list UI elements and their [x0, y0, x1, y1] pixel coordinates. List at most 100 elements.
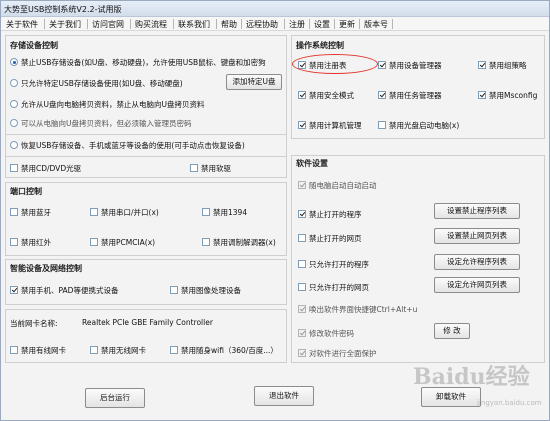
menu-about-us[interactable]: 关于我们 [49, 19, 81, 30]
checkbox-icon [10, 346, 18, 354]
block-webpages-checkbox[interactable]: 禁止打开的网页 [298, 233, 362, 244]
block-programs-checkbox[interactable]: 禁止打开的程序 [298, 209, 362, 220]
allow-programs-only-checkbox[interactable]: 只允许打开的程序 [298, 259, 369, 270]
checkbox-icon [10, 238, 18, 246]
radio-icon [10, 79, 18, 87]
checkbox-icon [10, 164, 18, 172]
disable-floppy-checkbox[interactable]: 禁用软驱 [190, 163, 231, 174]
disable-computer-management-checkbox[interactable]: 禁用计算机管理 [298, 120, 362, 131]
checkbox-icon [10, 208, 18, 216]
software-settings-title: 软件设置 [296, 159, 328, 168]
checkbox-icon [90, 238, 98, 246]
storage-option-block-usb[interactable]: 禁止USB存储设备(如U盘、移动硬盘)，允许使用USB鼠标、键盘和加密狗 [10, 57, 266, 68]
checkbox-icon [298, 210, 306, 218]
set-blocked-programs-button[interactable]: 设置禁止程序列表 [434, 203, 520, 219]
menu-register[interactable]: 注册 [289, 19, 305, 30]
checkbox-icon [298, 121, 306, 129]
menu-remote-assist[interactable]: 远程协助 [246, 19, 278, 30]
modify-password-button[interactable]: 修 改 [434, 323, 470, 339]
disable-safe-mode-checkbox[interactable]: 禁用安全模式 [298, 90, 354, 101]
checkbox-icon [298, 305, 306, 313]
smart-device-panel: 智能设备及网络控制 禁用手机、PAD等便携式设备 禁用图像处理设备 [5, 259, 287, 305]
storage-option-restore[interactable]: 恢复USB存储设备、手机或蓝牙等设备的使用(可手动点击恢复设备) [10, 140, 245, 151]
disable-wireless-nic-checkbox[interactable]: 禁用无线网卡 [90, 345, 146, 356]
add-specific-usb-button[interactable]: 添加特定U盘 [226, 74, 282, 90]
checkbox-icon [298, 260, 306, 268]
software-settings-panel: 软件设置 随电脑启动自动启动 禁止打开的程序 设置禁止程序列表 禁止打开的网页 … [291, 155, 545, 363]
radio-icon [10, 141, 18, 149]
disable-wired-nic-checkbox[interactable]: 禁用有线网卡 [10, 345, 66, 356]
checkbox-icon [90, 208, 98, 216]
disable-group-policy-checkbox[interactable]: 禁用组策略 [478, 60, 527, 71]
storage-panel: 存储设备控制 禁止USB存储设备(如U盘、移动硬盘)，允许使用USB鼠标、键盘和… [5, 35, 287, 178]
port-panel: 端口控制 禁用蓝牙 禁用串口/并口(x) 禁用1394 禁用红外 禁用PCMCI… [5, 182, 287, 256]
menu-update[interactable]: 更新 [339, 19, 355, 30]
checkbox-icon [298, 283, 306, 291]
menu-help[interactable]: 帮助 [221, 19, 237, 30]
checkbox-icon [298, 234, 306, 242]
disable-device-manager-checkbox[interactable]: 禁用设备管理器 [378, 60, 442, 71]
storage-option-copy-in-only[interactable]: 允许从U盘向电脑拷贝资料，禁止从电脑向U盘拷贝资料 [10, 99, 204, 110]
checkbox-icon [202, 238, 210, 246]
checkbox-icon [90, 346, 98, 354]
set-allowed-webpages-button[interactable]: 设定允许网页列表 [434, 277, 520, 293]
menu-settings[interactable]: 设置 [314, 19, 330, 30]
checkbox-icon [378, 61, 386, 69]
smart-device-title: 智能设备及网络控制 [10, 264, 82, 273]
full-protection-checkbox[interactable]: 对软件进行全面保护 [298, 348, 377, 359]
checkbox-icon [298, 91, 306, 99]
menu-visit-site[interactable]: 访问官网 [92, 19, 124, 30]
checkbox-icon [478, 91, 486, 99]
checkbox-icon [298, 181, 306, 189]
checkbox-icon [10, 286, 18, 294]
set-blocked-webpages-button[interactable]: 设置禁止网页列表 [434, 228, 520, 244]
storage-title: 存储设备控制 [10, 41, 58, 50]
baidu-watermark: Baidu经验 [413, 364, 530, 390]
menu-about-software[interactable]: 关于软件 [6, 19, 38, 30]
checkbox-icon [298, 329, 306, 337]
disable-task-manager-checkbox[interactable]: 禁用任务管理器 [378, 90, 442, 101]
menu-version[interactable]: 版本号 [364, 19, 388, 30]
nic-label: 当前网卡名称: [10, 319, 58, 328]
autostart-checkbox[interactable]: 随电脑启动自动启动 [298, 180, 377, 191]
disable-imaging-checkbox[interactable]: 禁用图像处理设备 [170, 285, 241, 296]
disable-portable-wifi-checkbox[interactable]: 禁用随身wifi（360/百度...） [170, 345, 278, 356]
menu-purchase[interactable]: 购买流程 [135, 19, 167, 30]
disable-cd-boot-checkbox[interactable]: 禁用光盘启动电脑(x) [378, 120, 459, 131]
radio-icon [10, 119, 18, 127]
radio-icon [10, 58, 18, 66]
nic-panel: 当前网卡名称: Realtek PCIe GBE Family Controll… [5, 309, 287, 363]
checkbox-icon [170, 286, 178, 294]
port-title: 端口控制 [10, 187, 42, 196]
set-allowed-programs-button[interactable]: 设定允许程序列表 [434, 254, 520, 270]
disable-bluetooth-checkbox[interactable]: 禁用蓝牙 [10, 207, 51, 218]
disable-pcmcia-checkbox[interactable]: 禁用PCMCIA(x) [90, 237, 155, 248]
title-bar: 大势至USB控制系统V2.2-试用版 [1, 1, 549, 17]
checkbox-icon [378, 91, 386, 99]
checkbox-icon [478, 61, 486, 69]
hotkey-checkbox[interactable]: 唤出软件界面快捷键Ctrl+Alt+u [298, 304, 417, 315]
os-title: 操作系统控制 [296, 41, 344, 50]
allow-webpages-only-checkbox[interactable]: 只允许打开的网页 [298, 282, 369, 293]
disable-infrared-checkbox[interactable]: 禁用红外 [10, 237, 51, 248]
disable-phone-pad-checkbox[interactable]: 禁用手机、PAD等便携式设备 [10, 285, 118, 296]
menu-contact[interactable]: 联系我们 [178, 19, 210, 30]
baidu-watermark-url: jingyan.baidu.com [477, 399, 542, 407]
window-title: 大势至USB控制系统V2.2-试用版 [4, 5, 122, 14]
exit-software-button[interactable]: 退出软件 [254, 386, 314, 406]
change-password-checkbox[interactable]: 修改软件密码 [298, 328, 354, 339]
run-in-background-button[interactable]: 后台运行 [85, 388, 145, 408]
disable-cd-checkbox[interactable]: 禁用CD/DVD光驱 [10, 163, 81, 174]
menu-bar: 关于软件 关于我们 访问官网 购买流程 联系我们 帮助 远程协助 注册 设置 更… [1, 17, 549, 31]
disable-1394-checkbox[interactable]: 禁用1394 [202, 207, 247, 218]
checkbox-icon [202, 208, 210, 216]
highlight-circle [292, 54, 378, 74]
disable-modem-checkbox[interactable]: 禁用调制解调器(x) [202, 237, 276, 248]
main-window: 大势至USB控制系统V2.2-试用版 关于软件 关于我们 访问官网 购买流程 联… [0, 0, 550, 421]
storage-option-password-copy[interactable]: 可以从电脑向U盘拷贝资料，但必须输入管理员密码 [10, 118, 192, 129]
disable-serial-parallel-checkbox[interactable]: 禁用串口/并口(x) [90, 207, 159, 218]
disable-msconfig-checkbox[interactable]: 禁用Msconfig [478, 90, 537, 101]
checkbox-icon [170, 346, 178, 354]
storage-option-specific-usb[interactable]: 只允许特定USB存储设备使用(如U盘、移动硬盘) [10, 78, 183, 89]
os-panel: 操作系统控制 禁用注册表 禁用设备管理器 禁用组策略 禁用安全模式 禁用任务管理… [291, 35, 545, 139]
